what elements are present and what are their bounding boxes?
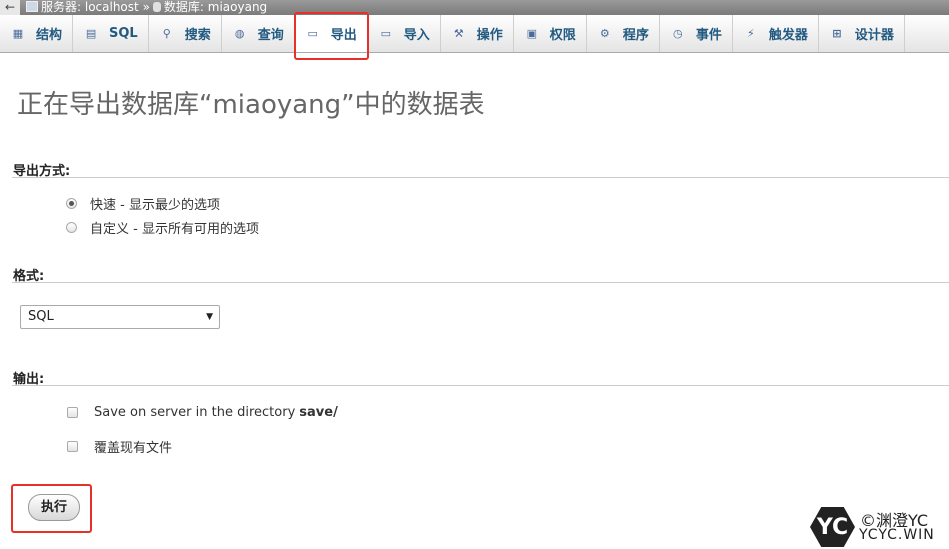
radio-custom[interactable]: 自定义 - 显示所有可用的选项	[66, 218, 259, 237]
tab-operations[interactable]: ⚒ 操作	[441, 15, 514, 52]
watermark-logo: YC	[810, 507, 855, 547]
clock-icon: ◷	[673, 27, 683, 40]
radio-quick-label: 快速 - 显示最少的选项	[90, 198, 220, 213]
format-select[interactable]: SQL ▼	[20, 305, 220, 329]
save-directory: save/	[299, 405, 338, 420]
tab-export[interactable]: ▭ 导出	[294, 15, 368, 52]
overwrite-label: 覆盖现有文件	[94, 441, 173, 456]
breadcrumb-separator: »	[142, 0, 150, 14]
overwrite-row[interactable]: 覆盖现有文件	[67, 437, 172, 456]
breadcrumb: ← 服务器: localhost » 数据库: miaoyang	[0, 0, 949, 15]
tab-label: 操作	[476, 28, 503, 43]
routines-icon: ⚙	[599, 27, 610, 40]
tab-label: 搜索	[184, 28, 211, 43]
triggers-icon: ⚡	[746, 27, 755, 40]
radio-quick[interactable]: 快速 - 显示最少的选项	[66, 194, 220, 213]
radio-custom-label: 自定义 - 显示所有可用的选项	[90, 222, 259, 237]
go-button[interactable]: 执行	[28, 494, 80, 521]
tab-sql[interactable]: ▤ SQL	[73, 15, 149, 52]
server-icon	[26, 1, 38, 12]
tab-label: 设计器	[854, 28, 894, 43]
tab-label: 事件	[695, 28, 722, 43]
tab-search[interactable]: ⚲ 搜索	[149, 15, 222, 52]
divider	[12, 385, 949, 386]
tab-import[interactable]: ▭ 导入	[368, 15, 441, 52]
tab-query[interactable]: ◍ 查询	[222, 15, 295, 52]
import-icon: ▭	[380, 27, 391, 40]
save-on-server-row[interactable]: Save on server in the directory save/	[67, 405, 338, 420]
tab-triggers[interactable]: ⚡ 触发器	[733, 15, 819, 52]
wrench-icon: ⚒	[453, 27, 464, 40]
save-on-server-label: Save on server in the directory	[94, 405, 296, 420]
tab-label: 结构	[36, 28, 63, 43]
dropdown-arrow-icon: ▼	[206, 312, 213, 322]
tab-privileges[interactable]: ▣ 权限	[514, 15, 587, 52]
save-on-server-checkbox[interactable]	[67, 407, 78, 418]
radio-button[interactable]	[66, 222, 77, 233]
tab-label: 触发器	[768, 28, 808, 43]
designer-icon: ⊞	[832, 27, 842, 40]
tab-structure[interactable]: ▦ 结构	[0, 15, 74, 52]
database-icon	[152, 2, 161, 12]
tab-label: SQL	[109, 26, 138, 41]
tab-routines[interactable]: ⚙ 程序	[587, 15, 660, 52]
search-icon: ⚲	[162, 27, 171, 40]
sql-icon: ▤	[85, 27, 97, 40]
page-title: 正在导出数据库“miaoyang”中的数据表	[17, 90, 485, 120]
watermark-line2: YCYC.WIN	[859, 527, 935, 543]
breadcrumb-server[interactable]: 服务器: localhost	[41, 0, 139, 14]
divider	[12, 177, 949, 178]
tab-events[interactable]: ◷ 事件	[660, 15, 733, 52]
query-icon: ◍	[234, 27, 245, 40]
radio-button-checked[interactable]	[66, 198, 77, 209]
tab-designer[interactable]: ⊞ 设计器	[819, 15, 905, 52]
divider	[12, 282, 949, 283]
structure-icon: ▦	[12, 27, 24, 40]
tab-label: 导入	[403, 28, 430, 43]
tab-label: 导出	[330, 28, 357, 43]
back-arrow-icon[interactable]: ←	[0, 0, 20, 15]
export-icon: ▭	[307, 27, 318, 40]
privileges-icon: ▣	[526, 27, 537, 40]
format-select-value: SQL	[28, 309, 54, 324]
tab-label: 程序	[622, 28, 649, 43]
tab-label: 查询	[257, 28, 284, 43]
tab-bar: ▦ 结构 ▤ SQL ⚲ 搜索 ◍ 查询 ▭ 导出 ▭ 导入 ⚒ 操作 ▣ 权限 ⚙ 程序 ◷ 事件…	[0, 15, 949, 53]
tab-label: 权限	[549, 28, 576, 43]
overwrite-checkbox[interactable]	[67, 441, 78, 452]
breadcrumb-database[interactable]: 数据库: miaoyang	[164, 0, 267, 14]
